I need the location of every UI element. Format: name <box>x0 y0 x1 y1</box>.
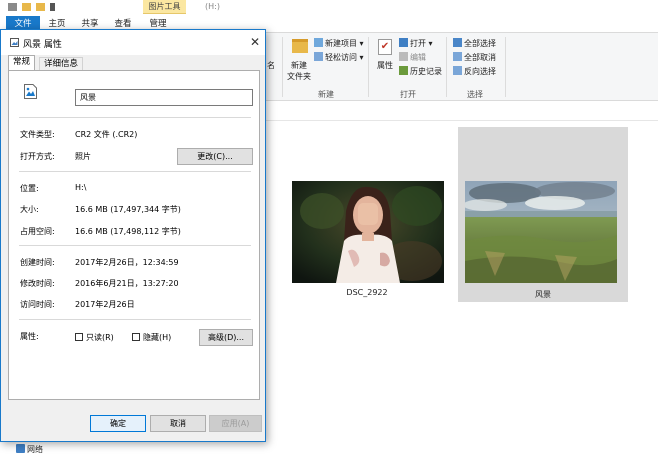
tab-general[interactable]: 常规 <box>8 55 36 71</box>
file-name-label: 风景 <box>535 290 551 299</box>
ribbon-separator <box>446 37 447 97</box>
divider <box>19 319 251 320</box>
folder-icon[interactable] <box>22 3 31 11</box>
quick-access-icon[interactable] <box>8 3 17 11</box>
open-button[interactable]: 打开 ▾ <box>399 38 433 49</box>
properties-check-icon: ✔ <box>378 39 392 55</box>
picture-tools-label: 图片工具 <box>143 0 186 14</box>
open-with-value: 照片 <box>75 152 91 161</box>
ribbon-separator <box>505 37 506 97</box>
created-value: 2017年2月26日，12:34:59 <box>75 258 179 267</box>
accessed-value: 2017年2月26日 <box>75 300 135 309</box>
title-strip: 图片工具 (H:) <box>0 0 658 16</box>
photo-thumbnail <box>465 181 617 283</box>
group-open-label: 打开 <box>400 90 416 99</box>
new-item-label: 新建项目 <box>325 39 357 48</box>
select-none-button[interactable]: 全部取消 <box>453 52 496 63</box>
new-folder-button-line2[interactable]: 文件夹 <box>287 71 311 82</box>
folder-icon[interactable] <box>36 3 45 11</box>
attributes-label: 属性: <box>20 332 39 341</box>
open-with-label: 打开方式: <box>20 152 55 161</box>
disk-size-value: 16.6 MB (17,498,112 字节) <box>75 227 181 236</box>
properties-button[interactable]: 属性 <box>377 60 393 71</box>
file-name-label: DSC_2922 <box>346 288 388 297</box>
photo-thumbnail <box>292 181 444 283</box>
size-label: 大小: <box>20 205 39 214</box>
new-folder-button[interactable]: 新建 <box>291 60 307 71</box>
new-item-button[interactable]: 新建项目 ▾ <box>314 38 364 49</box>
quick-access-dropdown-icon[interactable] <box>50 3 55 11</box>
folder-icon <box>292 39 308 53</box>
size-value: 16.6 MB (17,497,344 字节) <box>75 205 181 214</box>
edit-icon <box>399 52 408 61</box>
apply-button[interactable]: 应用(A) <box>209 415 262 432</box>
cancel-button[interactable]: 取消 <box>150 415 206 432</box>
select-none-icon <box>453 52 462 61</box>
hidden-checkbox[interactable] <box>132 333 140 341</box>
group-new-label: 新建 <box>318 90 334 99</box>
picture-file-icon <box>10 38 19 47</box>
rename-label-fragment[interactable]: 名 <box>267 60 275 71</box>
dialog-titlebar[interactable]: 风景 属性 ✕ <box>1 30 265 55</box>
easy-access-label: 轻松访问 <box>325 53 357 62</box>
modified-value: 2016年6月21日，13:27:20 <box>75 279 179 288</box>
window-title: (H:) <box>205 2 220 11</box>
readonly-checkbox[interactable] <box>75 333 83 341</box>
open-label: 打开 <box>410 39 426 48</box>
tab-details[interactable]: 详细信息 <box>39 57 84 71</box>
location-label: 位置: <box>20 184 39 193</box>
advanced-button[interactable]: 高级(D)... <box>199 329 253 346</box>
nav-network-label: 网络 <box>27 445 43 454</box>
select-all-icon <box>453 38 462 47</box>
divider <box>19 171 251 172</box>
hidden-label[interactable]: 隐藏(H) <box>143 332 171 343</box>
invert-selection-button[interactable]: 反向选择 <box>453 66 496 77</box>
file-name-field[interactable] <box>75 89 253 106</box>
ribbon-separator <box>368 37 369 97</box>
file-item-dsc-2922[interactable]: DSC_2922 <box>289 180 445 304</box>
network-icon <box>16 444 25 453</box>
accessed-label: 访问时间: <box>20 300 55 309</box>
dialog-title: 风景 属性 <box>23 40 62 50</box>
file-item-scenery[interactable]: 风景 <box>458 127 628 302</box>
invert-selection-icon <box>453 66 462 75</box>
invert-selection-label: 反向选择 <box>464 67 496 76</box>
properties-dialog: 风景 属性 ✕ 常规 详细信息 文件类型: CR2 文件 (.CR2) 打开方式… <box>0 29 266 442</box>
ribbon-separator <box>282 37 283 97</box>
edit-button[interactable]: 编辑 <box>399 52 426 63</box>
created-label: 创建时间: <box>20 258 55 267</box>
readonly-label[interactable]: 只读(R) <box>86 332 114 343</box>
change-button[interactable]: 更改(C)... <box>177 148 253 165</box>
edit-label: 编辑 <box>410 53 426 62</box>
easy-access-button[interactable]: 轻松访问 ▾ <box>314 52 364 63</box>
general-tab-panel: 文件类型: CR2 文件 (.CR2) 打开方式: 照片 更改(C)... 位置… <box>8 70 260 400</box>
picture-file-icon <box>24 84 37 99</box>
file-type-value: CR2 文件 (.CR2) <box>75 130 138 139</box>
divider <box>19 117 251 118</box>
disk-size-label: 占用空间: <box>20 227 55 236</box>
select-none-label: 全部取消 <box>464 53 496 62</box>
ok-button[interactable]: 确定 <box>90 415 146 432</box>
close-icon[interactable]: ✕ <box>247 34 263 50</box>
dialog-tabs: 常规 详细信息 <box>1 55 265 71</box>
easy-access-icon <box>314 52 323 61</box>
modified-label: 修改时间: <box>20 279 55 288</box>
location-value: H:\ <box>75 183 87 192</box>
divider <box>19 245 251 246</box>
history-icon <box>399 66 408 75</box>
history-label: 历史记录 <box>410 67 442 76</box>
open-icon <box>399 38 408 47</box>
select-all-button[interactable]: 全部选择 <box>453 38 496 49</box>
nav-item-network[interactable]: 网络 <box>16 444 43 455</box>
file-type-label: 文件类型: <box>20 130 55 139</box>
history-button[interactable]: 历史记录 <box>399 66 442 77</box>
new-item-icon <box>314 38 323 47</box>
file-list: DSC_2922 风景 <box>270 122 658 457</box>
select-all-label: 全部选择 <box>464 39 496 48</box>
group-select-label: 选择 <box>467 90 483 99</box>
